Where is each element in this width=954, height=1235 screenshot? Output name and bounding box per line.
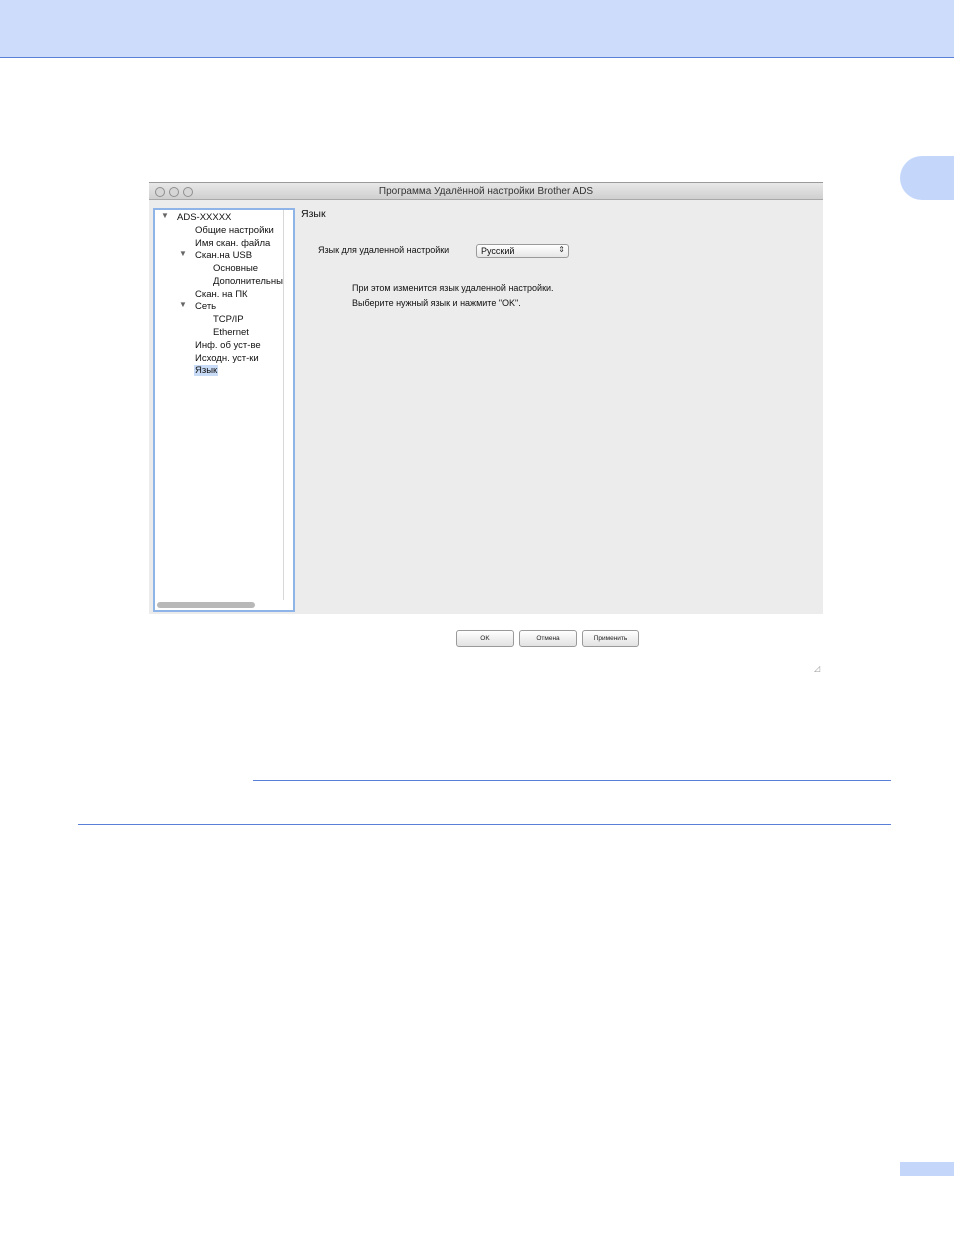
tree-item-general[interactable]: Общие настройки	[195, 225, 274, 236]
tree-item-scan-file-name[interactable]: Имя скан. файла	[195, 238, 270, 249]
tree-item-language[interactable]: Язык	[194, 365, 219, 376]
cancel-button[interactable]: Отмена	[519, 630, 577, 647]
tree-item-root[interactable]: ADS-XXXXX	[177, 212, 231, 223]
tree-item-network[interactable]: Сеть	[195, 301, 216, 312]
info-text-line-1: При этом изменится язык удаленной настро…	[352, 283, 554, 293]
info-text-line-2: Выберите нужный язык и нажмите "OK".	[352, 298, 521, 308]
tree-vertical-scrollbar[interactable]	[283, 210, 284, 600]
expand-arrow-icon[interactable]: ▼	[161, 211, 169, 220]
page-header-band	[0, 0, 954, 58]
apply-button[interactable]: Применить	[582, 630, 639, 647]
tree-item-device-info[interactable]: Инф. об уст-ве	[195, 340, 261, 351]
section-title: Язык	[301, 208, 326, 220]
ok-button[interactable]: OK	[456, 630, 514, 647]
chapter-tab	[900, 156, 954, 200]
remote-setup-window: Программа Удалённой настройки Brother AD…	[149, 182, 823, 614]
expand-arrow-icon[interactable]: ▼	[179, 249, 187, 258]
footer-rule	[78, 824, 891, 825]
tree-horizontal-scrollbar[interactable]	[157, 602, 255, 608]
window-title: Программа Удалённой настройки Brother AD…	[378, 186, 594, 197]
resize-grip-icon[interactable]: ◿	[814, 664, 823, 673]
tree-item-basic[interactable]: Основные	[213, 263, 258, 274]
settings-tree: ▼ ADS-XXXXX Общие настройки Имя скан. фа…	[153, 208, 295, 612]
expand-arrow-icon[interactable]: ▼	[179, 300, 187, 309]
tree-item-scan-pc[interactable]: Скан. на ПК	[195, 289, 248, 300]
language-select-value: Русский	[481, 246, 515, 256]
updown-arrows-icon: ⇕	[558, 245, 565, 254]
tree-item-ethernet[interactable]: Ethernet	[213, 327, 249, 338]
section-rule	[253, 780, 891, 781]
page-number-tab	[900, 1162, 954, 1176]
tree-item-scan-usb[interactable]: Скан.на USB	[195, 250, 252, 261]
language-label: Язык для удаленной настройки	[318, 245, 450, 255]
tree-item-reset[interactable]: Исходн. уст-ки	[195, 353, 259, 364]
tree-item-tcpip[interactable]: TCP/IP	[213, 314, 244, 325]
title-bar[interactable]: Программа Удалённой настройки Brother AD…	[149, 182, 823, 200]
tree-item-advanced[interactable]: Дополнительны	[213, 276, 283, 287]
language-select[interactable]: Русский ⇕	[476, 244, 569, 258]
